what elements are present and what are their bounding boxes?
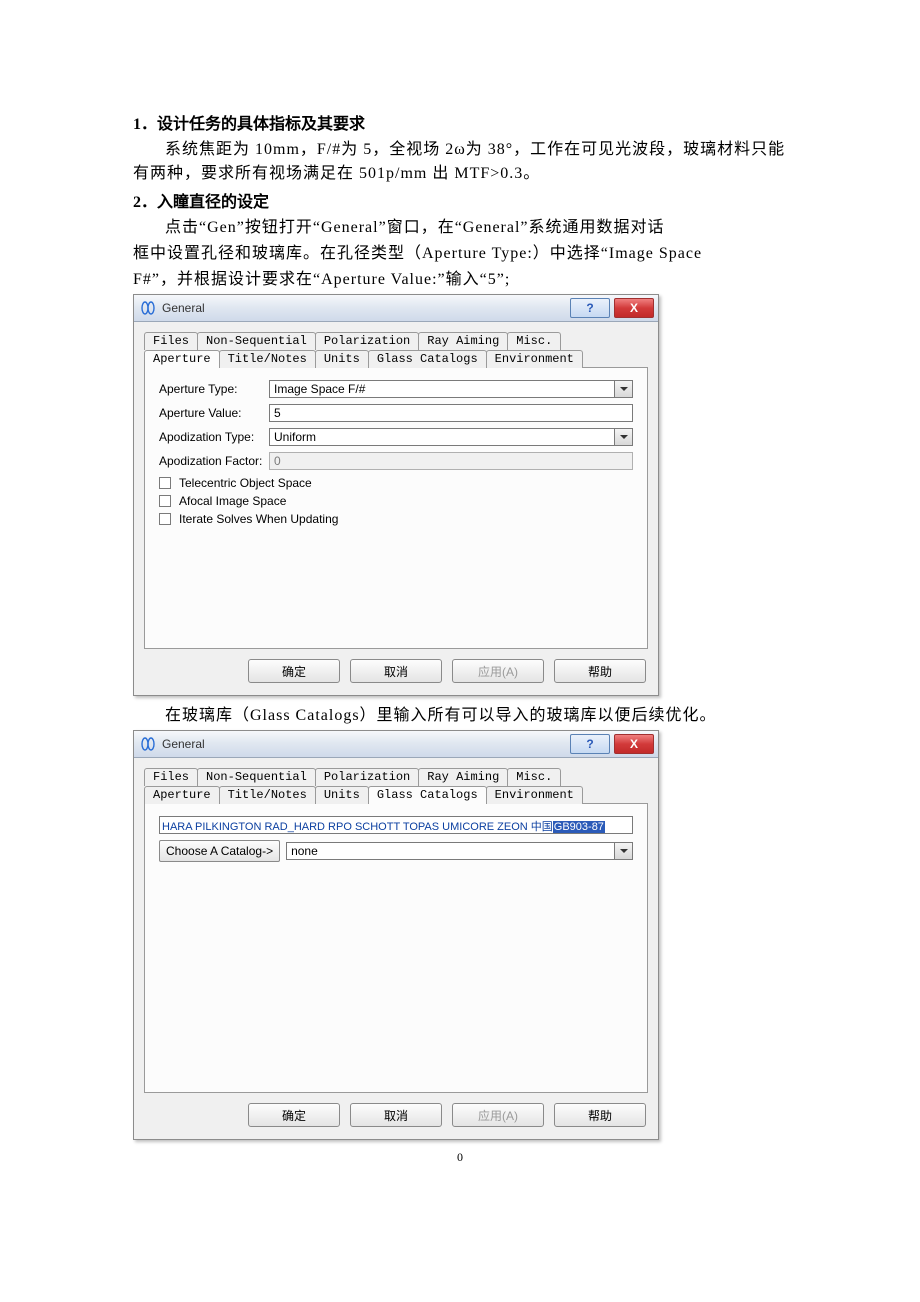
mid-text: 在玻璃库（Glass Catalogs）里输入所有可以导入的玻璃库以便后续优化。 — [133, 704, 787, 728]
tab-polarization[interactable]: Polarization — [315, 332, 419, 350]
tab-units[interactable]: Units — [315, 786, 369, 804]
chevron-down-icon[interactable] — [615, 842, 633, 860]
tab-ray-aiming[interactable]: Ray Aiming — [418, 332, 508, 350]
general-dialog-aperture: General ? X Files Non-Sequential Polariz… — [133, 294, 659, 696]
tab-files[interactable]: Files — [144, 768, 198, 786]
apply-button[interactable]: 应用(A) — [452, 1103, 544, 1127]
afocal-label: Afocal Image Space — [179, 494, 286, 508]
help-button-icon[interactable]: ? — [570, 298, 610, 318]
apodization-factor-field: 0 — [269, 452, 633, 470]
tab-title-notes[interactable]: Title/Notes — [219, 350, 316, 368]
catalog-dropdown-value[interactable]: none — [286, 842, 615, 860]
checkbox-icon[interactable] — [159, 477, 171, 489]
section1-body: 系统焦距为 10mm，F/#为 5，全视场 2ω为 38°，工作在可见光波段，玻… — [133, 138, 787, 186]
close-icon[interactable]: X — [614, 298, 654, 318]
apodization-factor-label: Apodization Factor: — [159, 454, 269, 468]
cancel-button[interactable]: 取消 — [350, 659, 442, 683]
tab-environment[interactable]: Environment — [486, 786, 583, 804]
tab-ray-aiming[interactable]: Ray Aiming — [418, 768, 508, 786]
glass-catalog-list[interactable]: HARA PILKINGTON RAD_HARD RPO SCHOTT TOPA… — [159, 816, 633, 834]
checkbox-icon[interactable] — [159, 495, 171, 507]
tab-misc[interactable]: Misc. — [507, 332, 561, 350]
telecentric-checkbox-row[interactable]: Telecentric Object Space — [159, 476, 633, 490]
catalog-selected: GB903-87 — [553, 821, 605, 833]
aperture-value-field[interactable]: 5 — [269, 404, 633, 422]
tab-polarization[interactable]: Polarization — [315, 768, 419, 786]
aperture-type-label: Aperture Type: — [159, 382, 269, 396]
dialog-title: General — [162, 301, 566, 315]
titlebar[interactable]: General ? X — [134, 731, 658, 758]
iterate-label: Iterate Solves When Updating — [179, 512, 338, 526]
apodization-type-dropdown[interactable]: Uniform — [269, 428, 633, 446]
aperture-type-value[interactable]: Image Space F/# — [269, 380, 615, 398]
apply-button[interactable]: 应用(A) — [452, 659, 544, 683]
tab-misc[interactable]: Misc. — [507, 768, 561, 786]
tab-title-notes[interactable]: Title/Notes — [219, 786, 316, 804]
tab-glass-catalogs[interactable]: Glass Catalogs — [368, 786, 487, 804]
ok-button[interactable]: 确定 — [248, 659, 340, 683]
section2-body-b: 框中设置孔径和玻璃库。在孔径类型（Aperture Type:）中选择“Imag… — [133, 242, 787, 266]
choose-catalog-button[interactable]: Choose A Catalog-> — [159, 840, 280, 862]
tab-environment[interactable]: Environment — [486, 350, 583, 368]
ok-button[interactable]: 确定 — [248, 1103, 340, 1127]
titlebar[interactable]: General ? X — [134, 295, 658, 322]
help-button[interactable]: 帮助 — [554, 659, 646, 683]
page-number: 0 — [133, 1150, 787, 1165]
aperture-value-label: Aperture Value: — [159, 406, 269, 420]
catalog-dropdown[interactable]: none — [286, 842, 633, 860]
aperture-panel: Aperture Type: Image Space F/# Aperture … — [144, 367, 648, 649]
app-icon — [140, 736, 156, 752]
cancel-button[interactable]: 取消 — [350, 1103, 442, 1127]
general-dialog-glass-catalogs: General ? X Files Non-Sequential Polariz… — [133, 730, 659, 1140]
tab-glass-catalogs[interactable]: Glass Catalogs — [368, 350, 487, 368]
tab-units[interactable]: Units — [315, 350, 369, 368]
chevron-down-icon[interactable] — [615, 428, 633, 446]
section2-body-a: 点击“Gen”按钮打开“General”窗口，在“General”系统通用数据对… — [133, 216, 787, 240]
catalog-text: HARA PILKINGTON RAD_HARD RPO SCHOTT TOPA… — [162, 821, 553, 833]
dialog-title: General — [162, 737, 566, 751]
tab-non-sequential[interactable]: Non-Sequential — [197, 768, 316, 786]
aperture-type-dropdown[interactable]: Image Space F/# — [269, 380, 633, 398]
section2-heading: 2．入瞳直径的设定 — [133, 188, 787, 212]
checkbox-icon[interactable] — [159, 513, 171, 525]
section1-heading: 1．设计任务的具体指标及其要求 — [133, 110, 787, 134]
help-button[interactable]: 帮助 — [554, 1103, 646, 1127]
tab-aperture[interactable]: Aperture — [144, 786, 220, 804]
apodization-type-value[interactable]: Uniform — [269, 428, 615, 446]
glass-catalogs-panel: HARA PILKINGTON RAD_HARD RPO SCHOTT TOPA… — [144, 803, 648, 1093]
apodization-type-label: Apodization Type: — [159, 430, 269, 444]
afocal-checkbox-row[interactable]: Afocal Image Space — [159, 494, 633, 508]
tab-aperture[interactable]: Aperture — [144, 350, 220, 368]
telecentric-label: Telecentric Object Space — [179, 476, 312, 490]
tab-non-sequential[interactable]: Non-Sequential — [197, 332, 316, 350]
chevron-down-icon[interactable] — [615, 380, 633, 398]
tab-files[interactable]: Files — [144, 332, 198, 350]
app-icon — [140, 300, 156, 316]
close-icon[interactable]: X — [614, 734, 654, 754]
iterate-checkbox-row[interactable]: Iterate Solves When Updating — [159, 512, 633, 526]
help-button-icon[interactable]: ? — [570, 734, 610, 754]
section2-body-c: F#”，并根据设计要求在“Aperture Value:”输入“5”; — [133, 268, 787, 292]
